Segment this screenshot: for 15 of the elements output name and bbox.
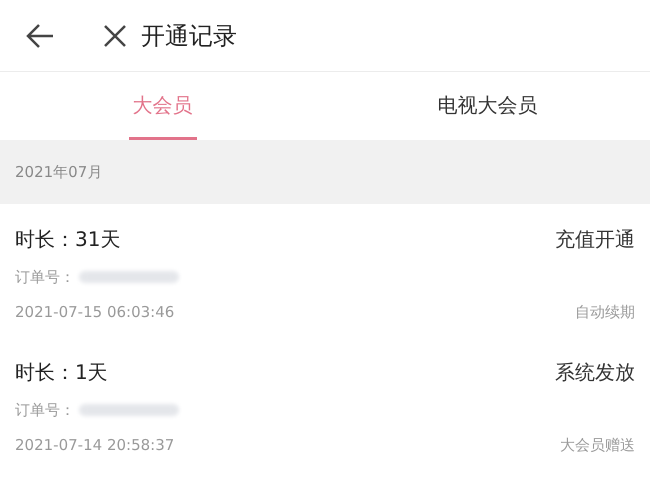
back-icon[interactable] xyxy=(25,22,55,48)
month-label: 2021年07月 xyxy=(15,162,102,183)
note-text: 自动续期 xyxy=(575,302,635,322)
time-text: 2021-07-15 06:03:46 xyxy=(15,302,174,322)
order-label: 订单号： xyxy=(15,267,75,288)
source-text: 系统发放 xyxy=(555,359,635,386)
order-label: 订单号： xyxy=(15,400,75,421)
duration-text: 时长：1天 xyxy=(15,359,108,386)
note-text: 大会员赠送 xyxy=(560,434,635,456)
tab[interactable]: 电视大会员 xyxy=(434,72,542,140)
time-text: 2021-07-14 20:58:37 xyxy=(15,434,174,456)
duration-text: 时长：31天 xyxy=(15,226,120,253)
source-text: 充值开通 xyxy=(555,226,635,253)
page-title: 开通记录 xyxy=(141,20,237,52)
close-icon[interactable] xyxy=(103,24,127,48)
